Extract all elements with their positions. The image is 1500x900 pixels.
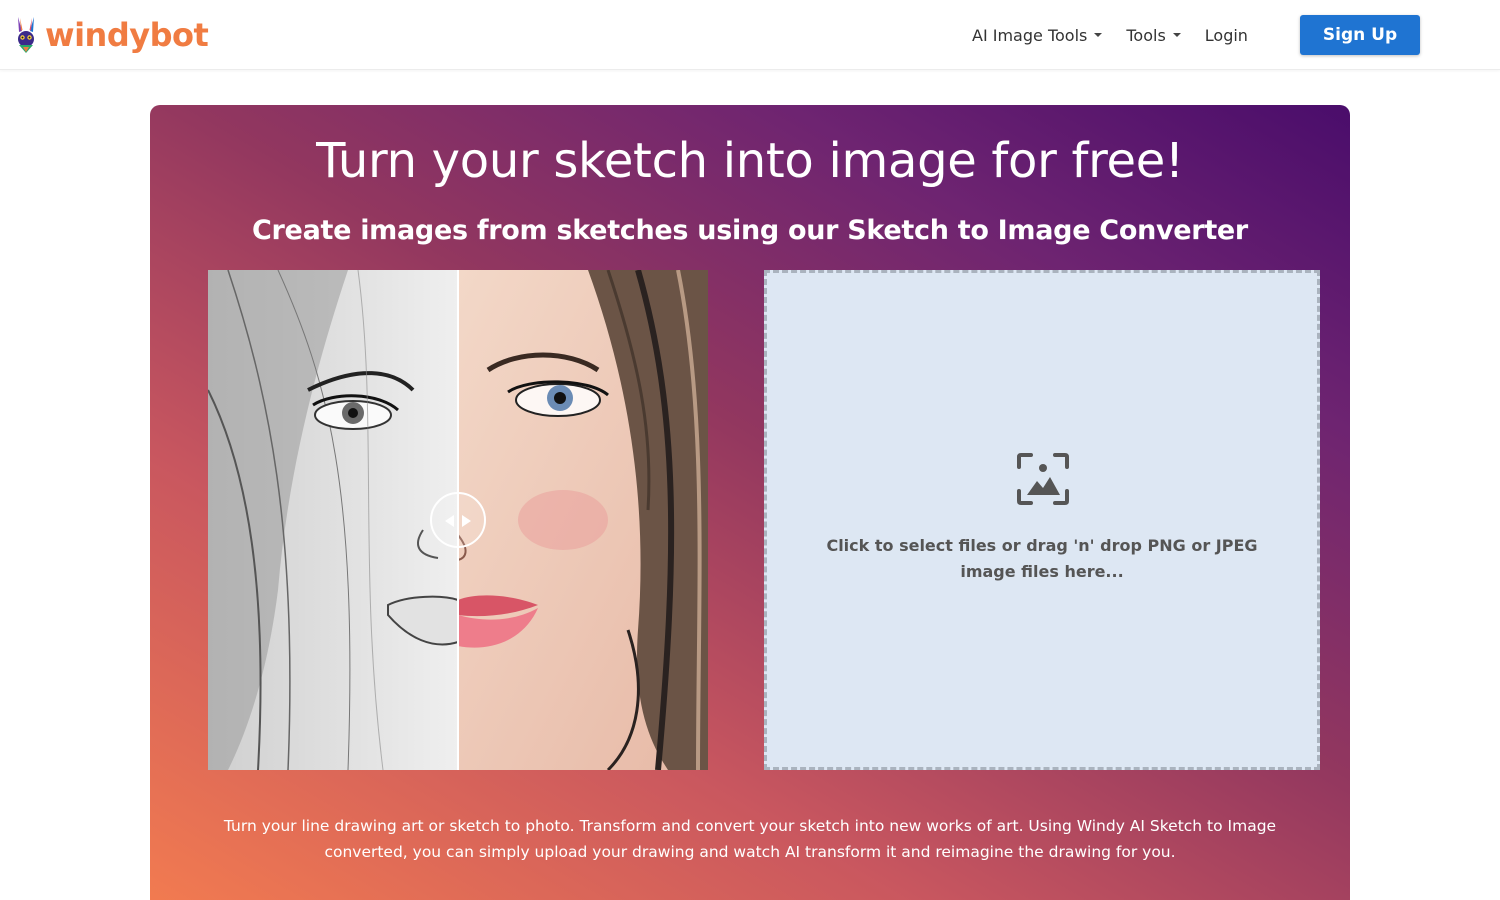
hero-subtitle: Create images from sketches using our Sk… (252, 215, 1248, 246)
hero-description: Turn your line drawing art or sketch to … (223, 817, 1277, 861)
sign-up-button[interactable]: Sign Up (1300, 15, 1420, 55)
nav-item-label: Tools (1126, 25, 1166, 45)
nav-item-login[interactable]: Login (1193, 26, 1260, 45)
nav-item-ai-image-tools[interactable]: AI Image Tools (960, 26, 1114, 45)
nav-links: AI Image Tools Tools Login (960, 0, 1260, 70)
image-upload-icon (1017, 453, 1069, 505)
sketch-half (208, 270, 459, 770)
arrow-left-icon (445, 515, 454, 527)
before-after-compare-slider[interactable] (208, 270, 708, 770)
image-upload-dropzone[interactable]: Click to select files or drag 'n' drop P… (764, 270, 1320, 770)
dropzone-text: Click to select files or drag 'n' drop P… (826, 536, 1258, 581)
rabbit-logo-icon (18, 17, 34, 53)
compare-slider-handle[interactable] (430, 492, 486, 548)
arrow-right-icon (462, 515, 471, 527)
caret-down-icon (1172, 33, 1181, 37)
photo-half (457, 270, 708, 770)
navbar: windybot AI Image Tools Tools Login Sign… (0, 0, 1500, 70)
hero-section: Turn your sketch into image for free! Cr… (150, 105, 1350, 900)
nav-item-label: AI Image Tools (972, 25, 1088, 45)
brand-name: windybot (45, 16, 209, 54)
hero-title: Turn your sketch into image for free! (316, 133, 1184, 189)
brand-logo-link[interactable]: windybot (10, 14, 209, 56)
nav-item-label: Login (1204, 25, 1248, 45)
caret-down-icon (1094, 33, 1103, 37)
nav-item-tools[interactable]: Tools (1114, 26, 1192, 45)
